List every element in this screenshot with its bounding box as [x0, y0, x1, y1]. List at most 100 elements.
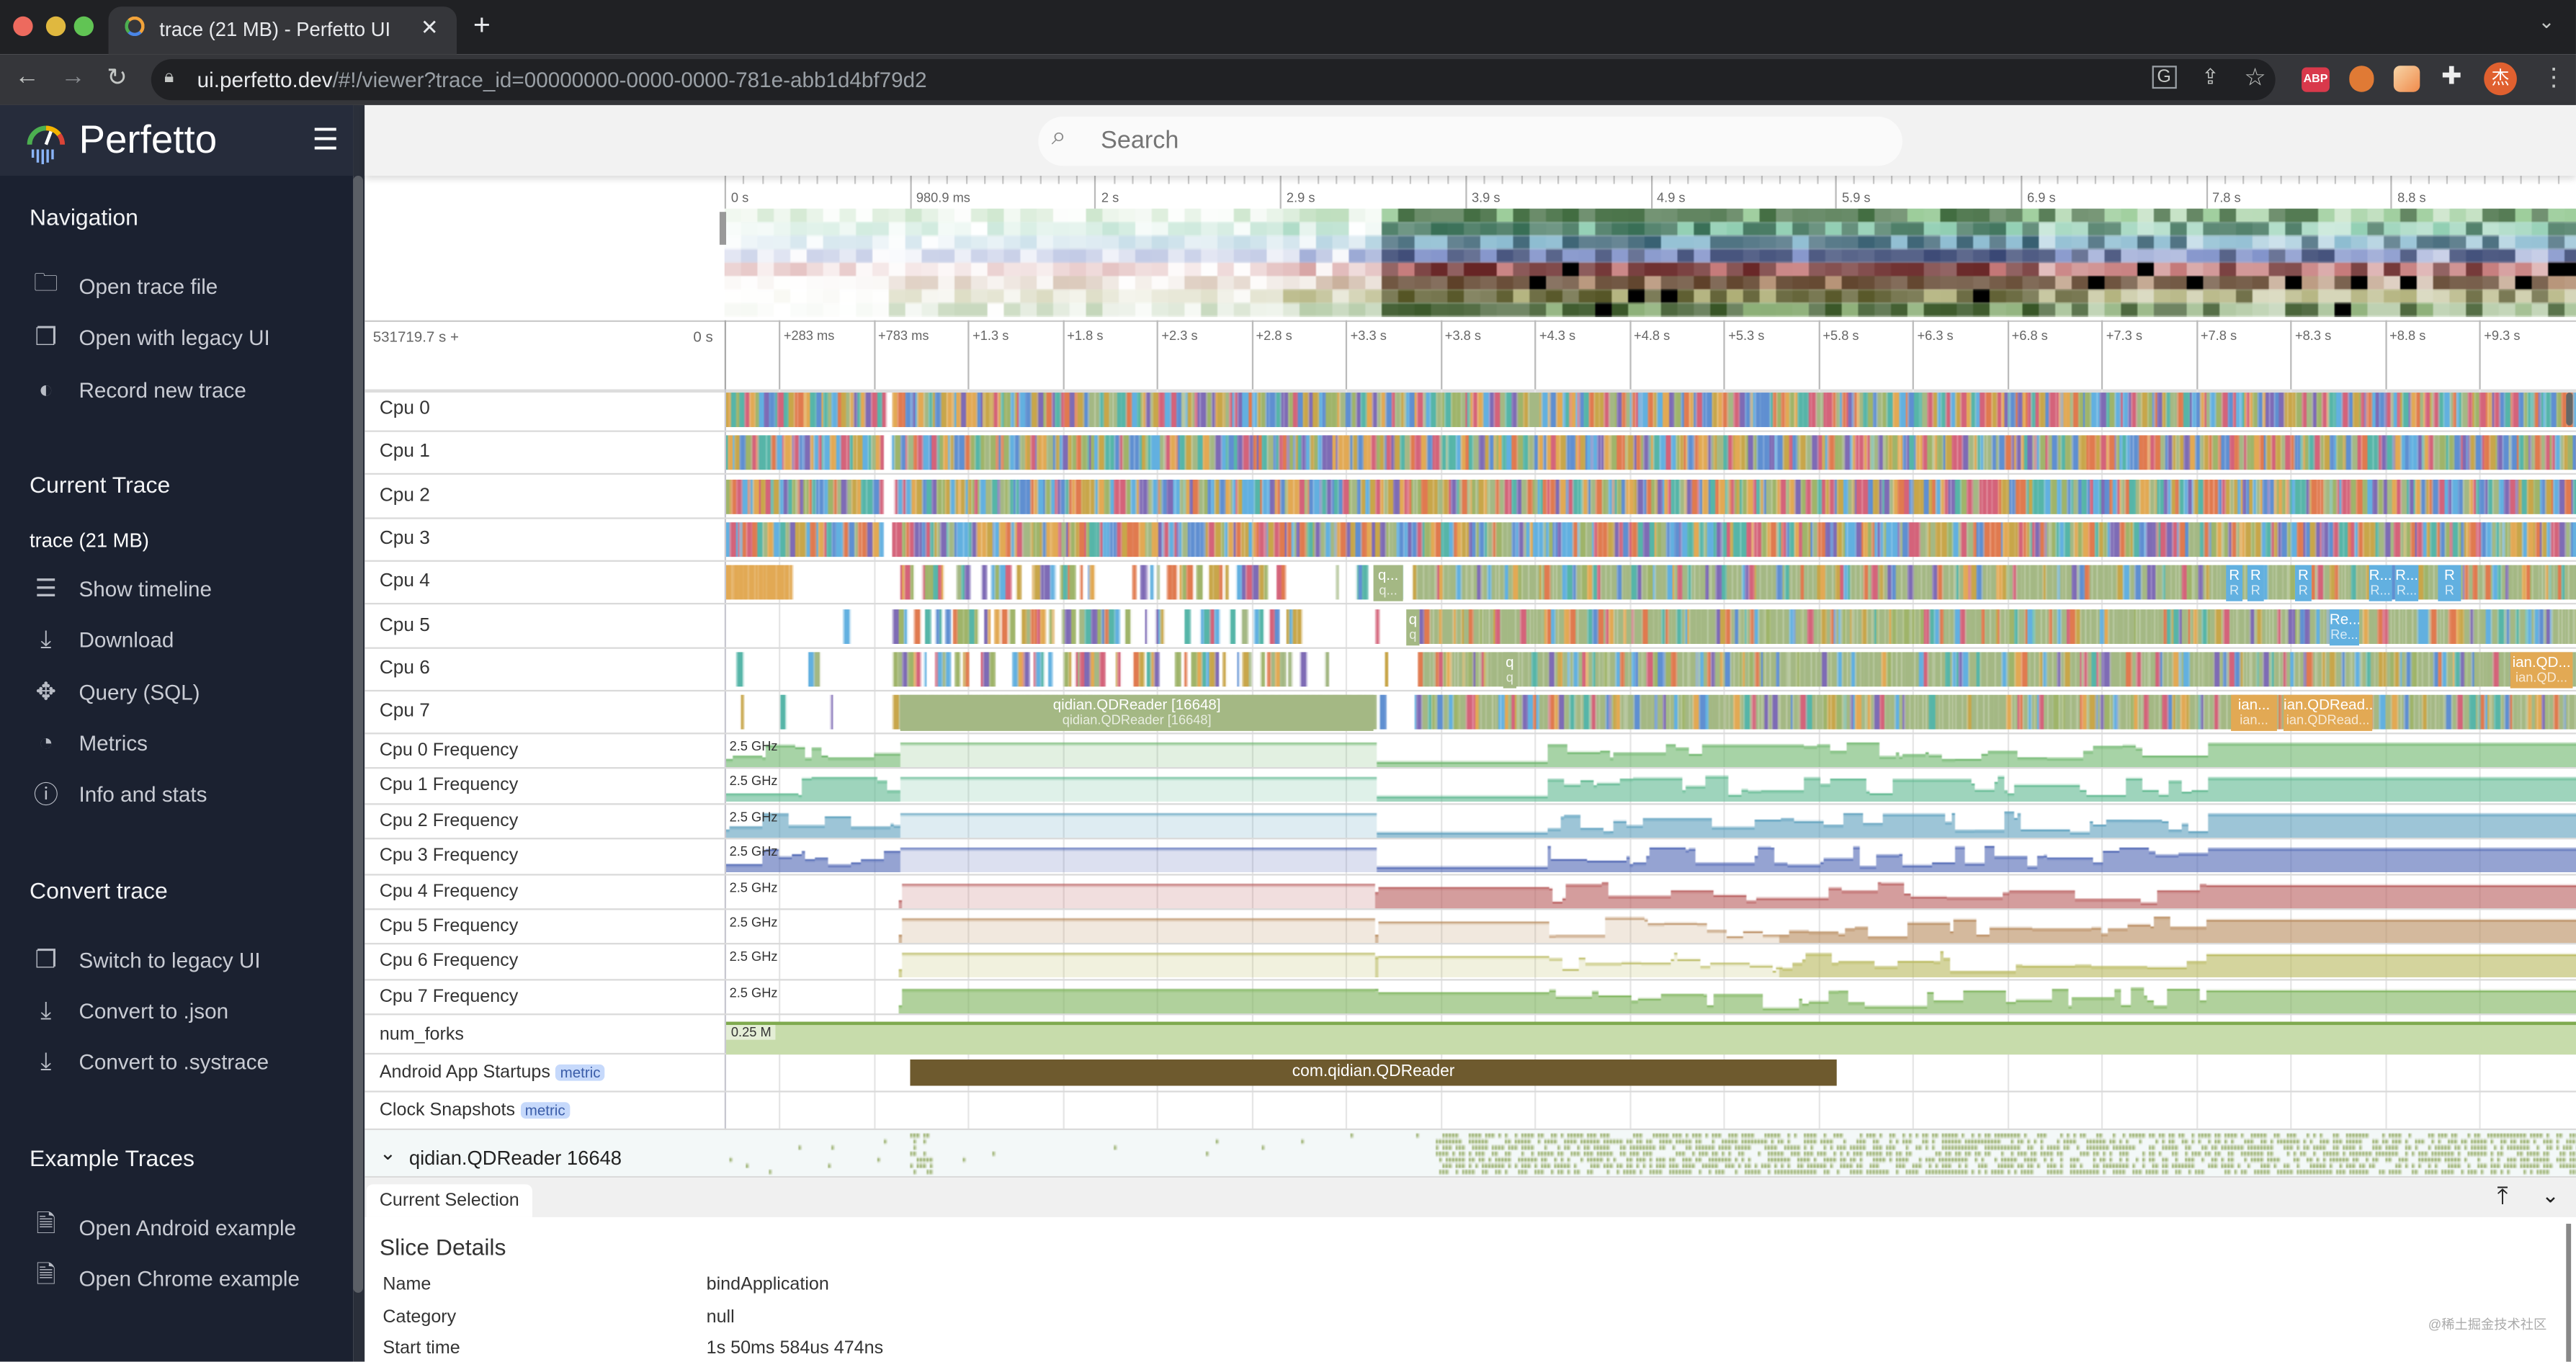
sidebar-item-show-timeline[interactable]: ☰ Show timeline — [30, 570, 212, 606]
sidebar-item-open-legacy-ui[interactable]: ❐ Open with legacy UI — [30, 318, 269, 354]
tab-current-selection[interactable]: Current Selection — [366, 1184, 532, 1217]
cpu-slices[interactable] — [726, 393, 2576, 427]
sidebar-item-convert-systrace[interactable]: ⤓ Convert to .systrace — [30, 1043, 269, 1079]
frequency-graph[interactable] — [726, 982, 2576, 1013]
collapse-panel-chevron-icon[interactable]: ⌄ — [2541, 1183, 2559, 1209]
minimize-window-button[interactable] — [45, 16, 66, 37]
cpu-slice[interactable]: ian.QDRead... ian.QDRead... — [2284, 694, 2373, 732]
forward-arrow-icon[interactable]: → — [61, 63, 85, 91]
slice-sublabel: qidian.QDReader [16648] — [1062, 712, 1212, 728]
cpu-frequency-track[interactable]: Cpu 3 Frequency 2.5 GHz — [365, 840, 2576, 875]
cpu-slice[interactable]: R... R... — [2395, 565, 2419, 602]
cpu-slices[interactable] — [726, 651, 2576, 686]
frequency-graph[interactable] — [726, 911, 2576, 944]
cpu-frequency-track[interactable]: Cpu 2 Frequency 2.5 GHz — [365, 805, 2576, 840]
current-trace-name: trace (21 MB) — [30, 529, 149, 552]
expand-chevron-icon[interactable]: ⌄ — [380, 1142, 396, 1165]
sidebar-item-record-new-trace[interactable]: ◐ Record new trace — [30, 371, 246, 407]
extension-icon[interactable] — [2349, 66, 2374, 92]
overview-minor-tick — [1020, 176, 1023, 184]
cpu-frequency-track[interactable]: Cpu 1 Frequency 2.5 GHz — [365, 769, 2576, 805]
cpu-slice[interactable]: qq — [1406, 608, 1420, 645]
cpu-slice[interactable]: ian.QD... ian.QD... — [2510, 651, 2573, 689]
overview-heatmap[interactable] — [724, 208, 2576, 318]
sidebar-item-download[interactable]: ⤓ Download — [30, 621, 174, 657]
omnibox[interactable]: ⌕ — [1038, 116, 1902, 166]
sidebar-item-info-and-stats[interactable]: ⓘ Info and stats — [30, 775, 207, 811]
sidebar-item-switch-legacy-ui[interactable]: ❐ Switch to legacy UI — [30, 941, 260, 977]
num-forks-area[interactable] — [726, 1021, 2576, 1055]
cpu-track[interactable]: Cpu 6 — [365, 648, 2576, 691]
profile-avatar[interactable]: 杰 — [2484, 62, 2517, 96]
cpu-slices[interactable] — [726, 608, 2576, 643]
cpu-slice[interactable]: qq — [1503, 651, 1516, 689]
address-bar[interactable]: 🔒︎ ui.perfetto.dev/#!/viewer?trace_id=00… — [151, 59, 2276, 101]
cpu-slice[interactable]: qidian.QDReader [16648] qidian.QDReader [… — [900, 694, 1374, 732]
frequency-graph[interactable] — [726, 841, 2576, 873]
startup-slice[interactable]: com.qidian.QDReader — [910, 1059, 1837, 1086]
overview-timeline[interactable]: 0 s 980.9 ms 2 s 2.9 s 3.9 s 4.9 s 5.9 s… — [365, 176, 2576, 322]
overview-window-handle[interactable] — [719, 212, 727, 245]
cpu-frequency-track[interactable]: Cpu 4 Frequency 2.5 GHz — [365, 875, 2576, 910]
frequency-graph[interactable] — [726, 806, 2576, 838]
cpu-slice[interactable]: RR — [2226, 565, 2243, 602]
cpu-slice[interactable]: R... R... — [2369, 565, 2392, 602]
sidebar-item-metrics[interactable]: ◔ Metrics — [30, 725, 148, 761]
process-track-group[interactable]: ⌄ qidian.QDReader 16648 — [365, 1130, 2576, 1178]
num-forks-track[interactable]: num_forks 0.25 M — [365, 1015, 2576, 1055]
reload-icon[interactable]: ↻ — [107, 63, 128, 92]
tracks-scrollbar[interactable] — [2566, 393, 2573, 426]
maximize-window-button[interactable] — [73, 16, 94, 37]
cpu-slices[interactable] — [726, 436, 2576, 470]
back-arrow-icon[interactable]: ← — [15, 63, 40, 91]
frequency-graph[interactable] — [726, 876, 2576, 908]
sidebar-item-open-android-example[interactable]: 🗎︎ Open Android example — [30, 1209, 296, 1245]
cpu-slice[interactable]: ian... ian... — [2231, 694, 2277, 732]
cpu-slice[interactable]: q... q... — [1373, 565, 1403, 602]
sidebar-item-query-sql[interactable]: ✥ Query (SQL) — [30, 673, 200, 709]
cpu-track[interactable]: Cpu 4 — [365, 562, 2576, 605]
process-summary[interactable] — [726, 1130, 2576, 1176]
browser-menu-icon[interactable]: ⋮ — [2541, 63, 2566, 92]
cpu-slices[interactable] — [726, 479, 2576, 514]
clock-snapshots-track[interactable]: Clock Snapshots metric — [365, 1093, 2576, 1131]
cpu-slice[interactable]: Re... Re... — [2329, 608, 2359, 645]
cpu-track[interactable]: Cpu 1 — [365, 432, 2576, 475]
hamburger-menu-icon[interactable]: ☰ — [312, 123, 339, 158]
maximize-panel-icon[interactable]: ⤒ — [2497, 1183, 2508, 1211]
extension-icon[interactable] — [2393, 66, 2420, 92]
tab-search-chevron-icon[interactable]: ⌄ — [2539, 10, 2555, 33]
search-input[interactable] — [1097, 125, 1877, 156]
cpu-slices[interactable] — [726, 521, 2576, 557]
close-window-button[interactable] — [13, 16, 33, 37]
cpu-slice[interactable]: RR — [2247, 565, 2264, 602]
sidebar-item-convert-json[interactable]: ⤓ Convert to .json — [30, 992, 228, 1028]
frequency-graph[interactable] — [726, 771, 2576, 802]
cpu-slice[interactable]: RR — [2294, 565, 2312, 602]
bookmark-star-icon[interactable]: ☆ — [2244, 63, 2266, 92]
frequency-graph[interactable] — [726, 946, 2576, 978]
app-startups-track[interactable]: Android App Startups metric com.qidian.QD… — [365, 1054, 2576, 1093]
translate-icon[interactable]: G — [2152, 66, 2176, 89]
sidebar-item-open-chrome-example[interactable]: 🗎︎ Open Chrome example — [30, 1260, 300, 1296]
frequency-graph[interactable] — [726, 735, 2576, 768]
cpu-track[interactable]: Cpu 5 — [365, 605, 2576, 648]
new-tab-button[interactable]: + — [473, 8, 491, 42]
sidebar-scrollbar[interactable] — [353, 176, 364, 1293]
cpu-frequency-track[interactable]: Cpu 0 Frequency 2.5 GHz — [365, 734, 2576, 770]
tab-close-icon[interactable]: ✕ — [421, 15, 439, 41]
overview-minor-tick — [1779, 176, 1782, 184]
browser-tab[interactable]: trace (21 MB) - Perfetto UI ✕ — [108, 6, 457, 55]
cpu-track[interactable]: Cpu 3 — [365, 519, 2576, 562]
cpu-track[interactable]: Cpu 0 — [365, 390, 2576, 432]
cpu-track[interactable]: Cpu 2 — [365, 475, 2576, 519]
share-icon[interactable]: ⇪ — [2201, 64, 2219, 90]
cpu-frequency-track[interactable]: Cpu 6 Frequency 2.5 GHz — [365, 945, 2576, 981]
adblock-extension-icon[interactable]: ABP — [2302, 67, 2330, 92]
extensions-puzzle-icon[interactable]: ✚ — [2441, 61, 2462, 91]
cpu-frequency-track[interactable]: Cpu 5 Frequency 2.5 GHz — [365, 910, 2576, 946]
cpu-slice[interactable]: RR — [2438, 565, 2461, 602]
details-scrollbar[interactable] — [2566, 1224, 2572, 1362]
sidebar-item-open-trace-file[interactable]: 🗀︎ Open trace file — [30, 268, 218, 304]
cpu-frequency-track[interactable]: Cpu 7 Frequency 2.5 GHz — [365, 980, 2576, 1016]
